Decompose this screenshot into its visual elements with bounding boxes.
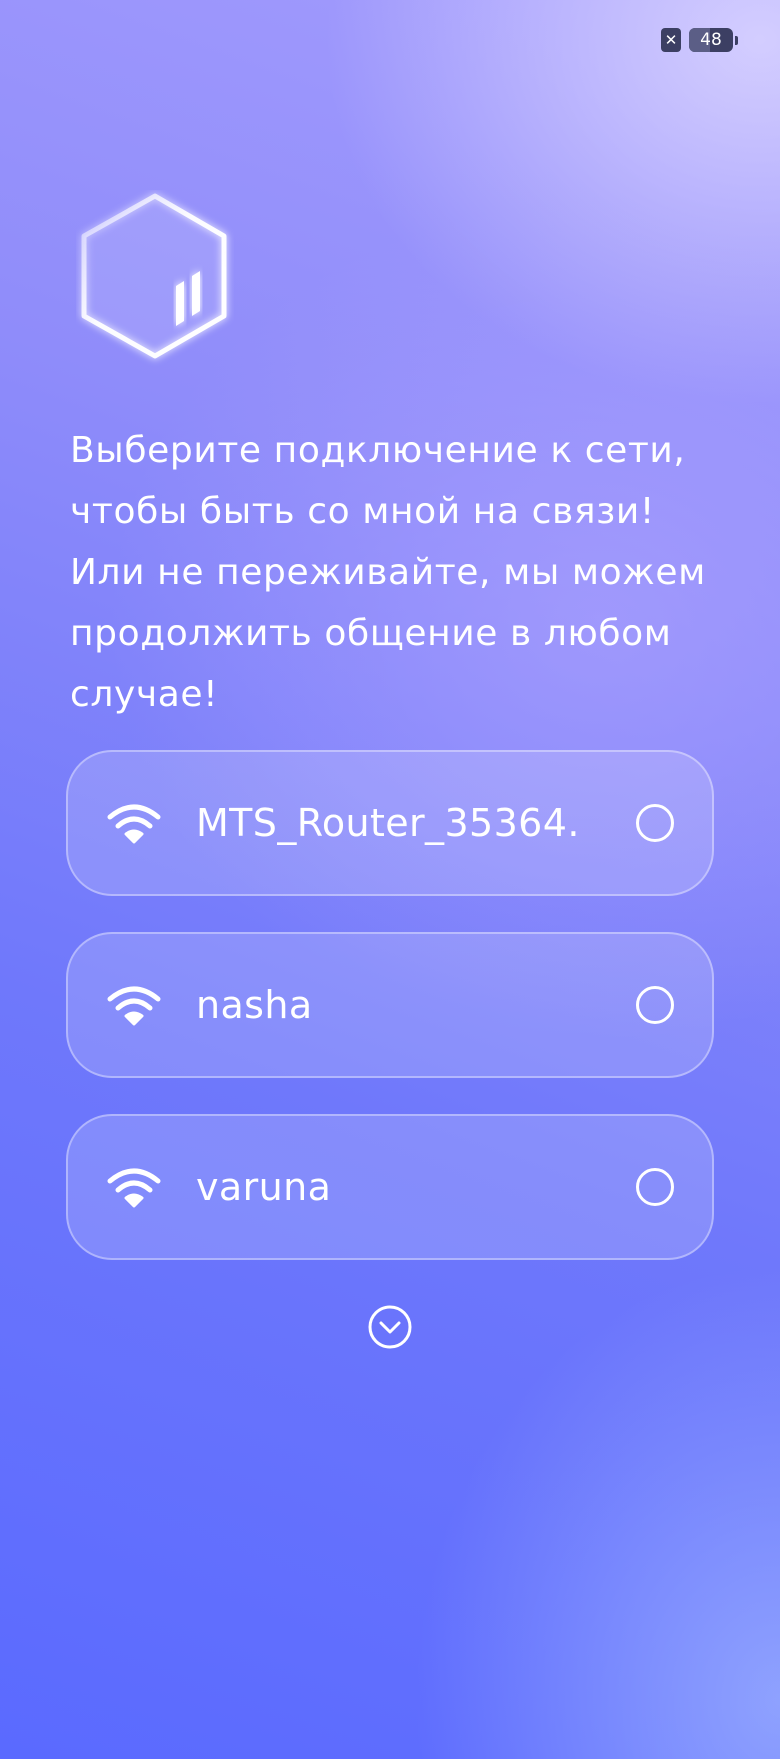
network-name: varuna (196, 1165, 332, 1209)
network-item[interactable]: varuna (66, 1114, 714, 1260)
radio-button[interactable] (636, 986, 674, 1024)
show-more-networks-button[interactable] (367, 1304, 413, 1350)
wifi-icon (107, 804, 161, 844)
network-list: MTS_Router_35364. nasha varuna (66, 750, 714, 1296)
wifi-icon (107, 986, 161, 1026)
hexagon-bars-logo (76, 190, 234, 370)
status-bar: ✕ 48 (661, 28, 738, 52)
connection-prompt-text: Выберите подключение к сети, чтобы быть … (70, 430, 706, 715)
chevron-down-circle-icon (368, 1305, 412, 1349)
battery-level: 48 (700, 30, 722, 50)
wifi-icon (107, 1168, 161, 1208)
battery-tip (735, 35, 738, 45)
network-item[interactable]: nasha (66, 932, 714, 1078)
radio-button[interactable] (636, 804, 674, 842)
network-name: MTS_Router_35364. (196, 801, 580, 845)
radio-button[interactable] (636, 1168, 674, 1206)
network-name: nasha (196, 983, 313, 1027)
close-x-icon: ✕ (661, 28, 681, 52)
network-item[interactable]: MTS_Router_35364. (66, 750, 714, 896)
battery-indicator: 48 (689, 28, 733, 52)
